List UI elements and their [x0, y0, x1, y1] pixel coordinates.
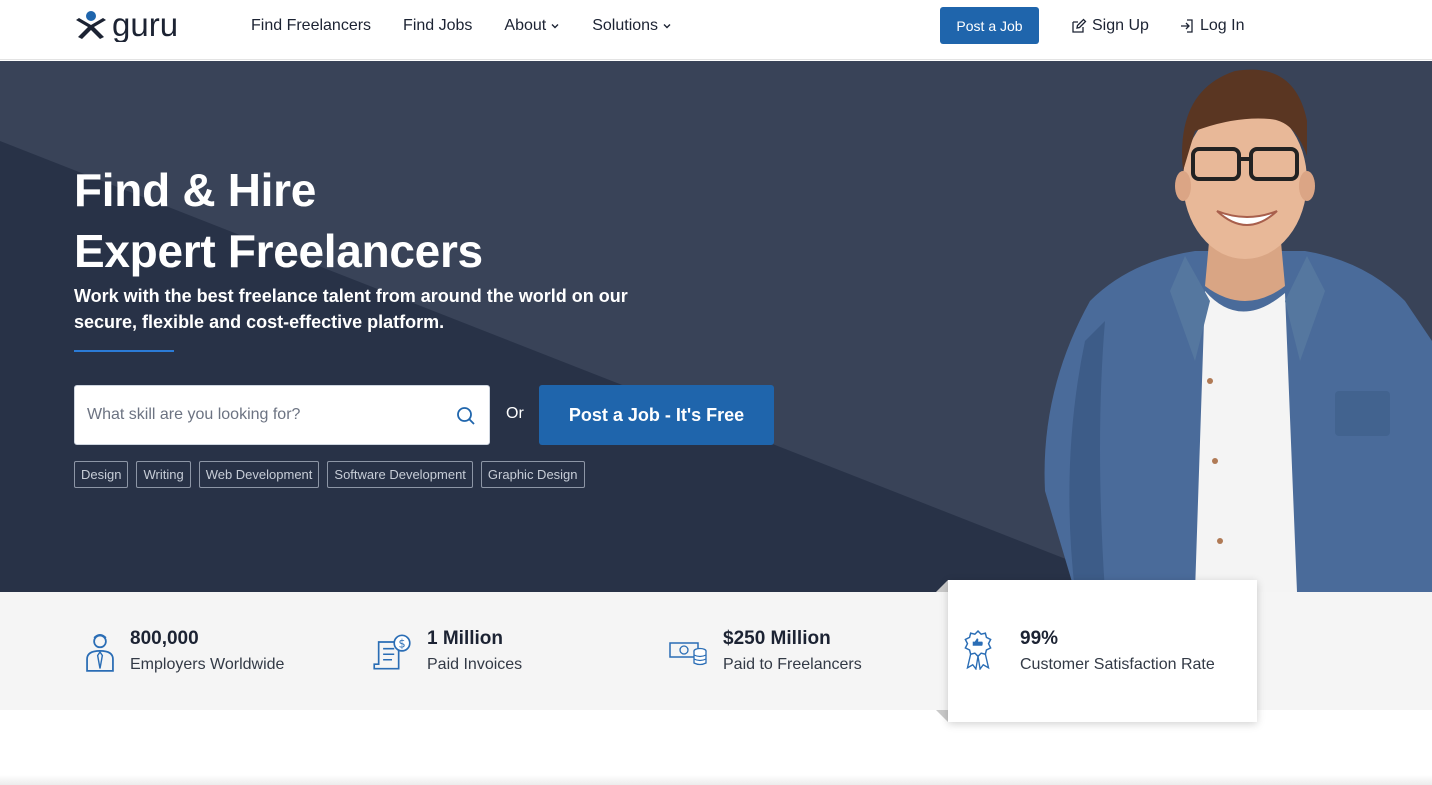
stat-paid-freelancers-value: $250 Million: [723, 628, 831, 649]
logo-text: guru: [112, 10, 178, 42]
stat-employers: 800,000 Employers Worldwide: [80, 592, 340, 710]
site-header: guru Find Freelancers Find Jobs About So…: [0, 0, 1432, 60]
money-icon: [669, 642, 707, 666]
award-icon: [964, 630, 992, 670]
nav-find-freelancers[interactable]: Find Freelancers: [251, 17, 371, 35]
stat-employers-label: Employers Worldwide: [130, 656, 285, 673]
logo-mark-icon: guru: [76, 10, 178, 42]
nav-find-jobs-label: Find Jobs: [403, 17, 473, 34]
hero-title-line2: Expert Freelancers: [74, 225, 483, 277]
nav-about[interactable]: About: [504, 17, 560, 35]
tag-design[interactable]: Design: [74, 461, 129, 488]
stat-paid-freelancers: $250 Million Paid to Freelancers: [668, 592, 928, 710]
chevron-down-icon: [663, 24, 671, 29]
stat-invoices-value: 1 Million: [427, 628, 503, 649]
stat-invoices: $ 1 Million Paid Invoices: [372, 592, 632, 710]
hero-title-line1: Find & Hire: [74, 164, 317, 216]
tag-writing[interactable]: Writing: [136, 461, 191, 488]
stat-satisfaction-card: 99% Customer Satisfaction Rate: [948, 580, 1257, 722]
login-icon: [1181, 19, 1193, 33]
tag-web-development[interactable]: Web Development: [198, 461, 320, 488]
main-nav: Find Freelancers Find Jobs About Solutio…: [251, 0, 704, 52]
hero-divider: [74, 350, 174, 352]
nav-about-label: About: [504, 17, 547, 34]
guru-logo[interactable]: guru: [74, 9, 206, 43]
tag-software-development[interactable]: Software Development: [327, 461, 473, 488]
employer-icon: [86, 634, 114, 672]
popular-skill-tags: Design Writing Web Development Software …: [74, 461, 593, 488]
skill-search-input[interactable]: [87, 386, 447, 444]
log-in-link[interactable]: Log In: [1179, 0, 1244, 52]
hero-section: Find & Hire Expert Freelancers Work with…: [0, 61, 1432, 592]
hero-title: Find & Hire Expert Freelancers: [74, 160, 483, 282]
stat-employers-value: 800,000: [130, 628, 199, 649]
edit-icon: [1072, 18, 1087, 33]
card-fold-top: [936, 580, 948, 592]
nav-solutions[interactable]: Solutions: [592, 17, 672, 35]
post-job-header-button[interactable]: Post a Job: [940, 7, 1039, 44]
log-in-label: Log In: [1200, 17, 1245, 34]
post-job-free-button[interactable]: Post a Job - It's Free: [539, 385, 774, 445]
stat-paid-freelancers-label: Paid to Freelancers: [723, 656, 862, 673]
nav-solutions-label: Solutions: [592, 17, 659, 34]
nav-find-jobs[interactable]: Find Jobs: [403, 17, 472, 35]
stat-satisfaction-value: 99%: [1020, 628, 1059, 649]
search-icon[interactable]: [456, 406, 476, 426]
sign-up-label: Sign Up: [1092, 17, 1149, 34]
svg-text:$: $: [398, 638, 405, 651]
tag-graphic-design[interactable]: Graphic Design: [480, 461, 585, 488]
stat-invoices-label: Paid Invoices: [427, 656, 523, 673]
invoice-icon: $: [373, 634, 411, 670]
sign-up-link[interactable]: Sign Up: [1071, 0, 1149, 52]
card-fold-bottom: [936, 710, 948, 722]
hero-subtitle: Work with the best freelance talent from…: [74, 286, 628, 332]
skill-search-box: [74, 385, 490, 445]
or-separator: Or: [506, 405, 524, 422]
hero-person-image: [1044, 69, 1432, 592]
section-bottom-edge: [0, 775, 1432, 785]
chevron-down-icon: [551, 24, 559, 29]
stat-satisfaction-label: Customer Satisfaction Rate: [1020, 656, 1215, 673]
nav-find-freelancers-label: Find Freelancers: [251, 17, 372, 34]
